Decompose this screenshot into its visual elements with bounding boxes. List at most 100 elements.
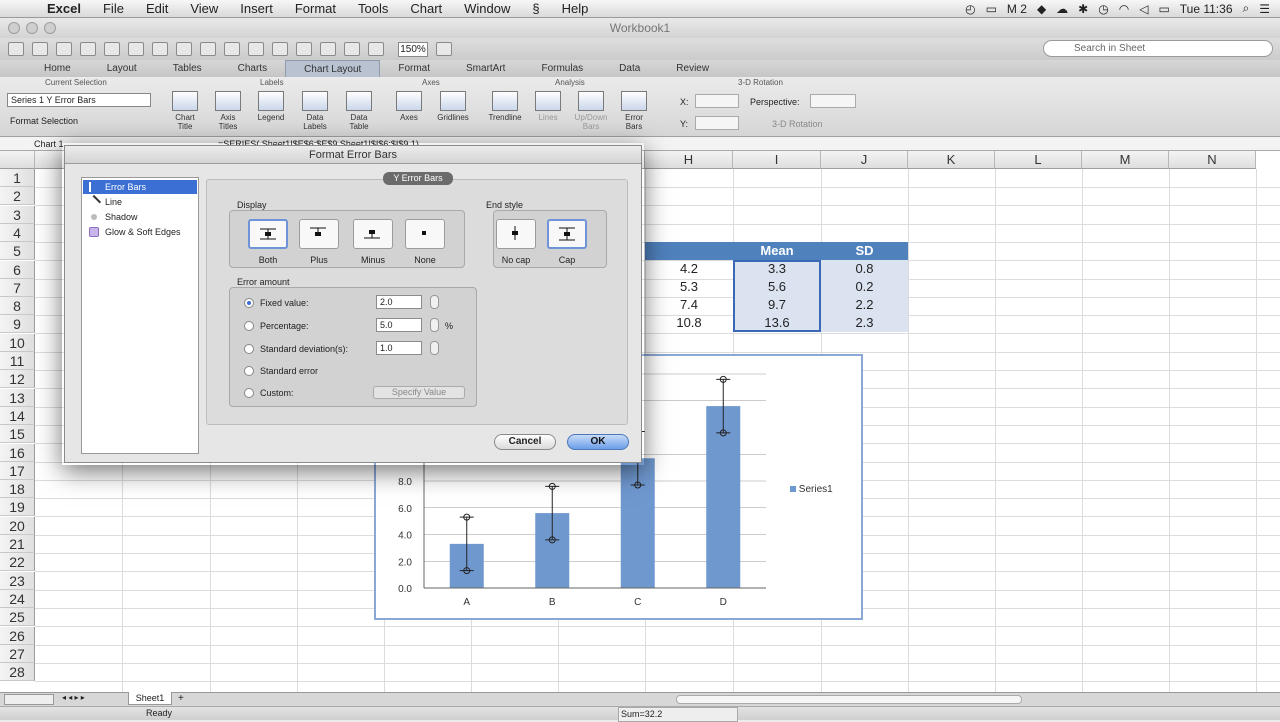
save-icon[interactable] — [80, 42, 96, 56]
stddev-input[interactable]: 1.0 — [376, 341, 422, 355]
row-header-24[interactable]: 24 — [0, 589, 35, 608]
undo-icon[interactable] — [224, 42, 240, 56]
minimize-window-button[interactable] — [26, 22, 38, 34]
sidebar-item-shadow[interactable]: Shadow — [83, 210, 197, 224]
cell-h6[interactable]: 4.2 — [645, 260, 733, 278]
zoom-window-button[interactable] — [44, 22, 56, 34]
format-selection-button[interactable]: Format Selection — [10, 116, 78, 126]
tab-home[interactable]: Home — [26, 60, 89, 77]
spotlight-icon[interactable]: ⌕ — [1243, 1, 1250, 16]
cell-j8[interactable]: 2.2 — [821, 296, 908, 314]
volume-icon[interactable]: ◁ — [1139, 2, 1148, 16]
menu-window[interactable]: Window — [453, 0, 521, 18]
sidebar-item-glow[interactable]: Glow & Soft Edges — [83, 225, 197, 239]
display-none-button[interactable] — [405, 219, 445, 249]
axis-titles-button[interactable]: Axis Titles — [211, 91, 245, 131]
menu-insert[interactable]: Insert — [229, 0, 284, 18]
tab-data[interactable]: Data — [601, 60, 658, 77]
row-header-14[interactable]: 14 — [0, 406, 35, 425]
paste-icon[interactable] — [176, 42, 192, 56]
autosum-icon[interactable] — [272, 42, 288, 56]
custom-radio[interactable] — [244, 388, 254, 398]
row-header-1[interactable]: 1 — [0, 169, 35, 187]
display-both-button[interactable] — [248, 219, 288, 249]
error-bars-button[interactable]: Error Bars — [617, 91, 651, 131]
menu-help[interactable]: Help — [551, 0, 600, 18]
menu-format[interactable]: Format — [284, 0, 347, 18]
row-header-12[interactable]: 12 — [0, 370, 35, 389]
menu-edit[interactable]: Edit — [135, 0, 179, 18]
tab-charts[interactable]: Charts — [220, 60, 285, 77]
gridlines-button[interactable]: Gridlines — [436, 91, 470, 122]
panel-tab-y-error-bars[interactable]: Y Error Bars — [383, 172, 453, 185]
perspective-field[interactable] — [810, 94, 856, 108]
row-header-5[interactable]: 5 — [0, 242, 35, 261]
sheet-nav-arrows[interactable]: ◂ ◂ ▸ ▸ — [62, 693, 85, 702]
row-header-8[interactable]: 8 — [0, 297, 35, 316]
percentage-stepper[interactable] — [430, 318, 439, 332]
script-icon[interactable]: § — [521, 0, 550, 18]
row-header-6[interactable]: 6 — [0, 260, 35, 279]
rotation-x-field[interactable] — [695, 94, 739, 108]
tab-format[interactable]: Format — [380, 60, 448, 77]
row-header-4[interactable]: 4 — [0, 223, 35, 242]
display-plus-button[interactable] — [299, 219, 339, 249]
stddev-stepper[interactable] — [430, 341, 439, 355]
cell-j7[interactable]: 0.2 — [821, 278, 908, 296]
wifi-icon[interactable]: ◠ — [1119, 2, 1129, 16]
column-header-i[interactable]: I — [733, 151, 821, 169]
fixed-value-stepper[interactable] — [430, 295, 439, 309]
current-selection-dropdown[interactable]: Series 1 Y Error Bars — [7, 93, 151, 107]
chart-title-button[interactable]: Chart Title — [168, 91, 202, 131]
timemachine-icon[interactable]: ◴ — [965, 2, 975, 16]
column-header-k[interactable]: K — [908, 151, 995, 169]
table-header-mean[interactable]: Mean — [733, 242, 821, 260]
print-icon[interactable] — [104, 42, 120, 56]
row-header-25[interactable]: 25 — [0, 608, 35, 627]
row-header-26[interactable]: 26 — [0, 626, 35, 645]
percentage-input[interactable]: 5.0 — [376, 318, 422, 332]
cell-j6[interactable]: 0.8 — [821, 260, 908, 278]
add-sheet-button[interactable]: + — [178, 693, 184, 704]
search-sheet-input[interactable]: Search in Sheet — [1043, 40, 1273, 57]
up-down-bars-button[interactable]: Up/Down Bars — [574, 91, 608, 131]
filter-icon[interactable] — [320, 42, 336, 56]
chart-legend[interactable]: Series1 — [790, 484, 833, 495]
cut-icon[interactable] — [128, 42, 144, 56]
data-table-button[interactable]: Data Table — [342, 91, 376, 131]
notification-center-icon[interactable]: ☰ — [1259, 2, 1270, 16]
table-header-sd[interactable]: SD — [821, 242, 908, 260]
cell-h8[interactable]: 7.4 — [645, 296, 733, 314]
cell-j9[interactable]: 2.3 — [821, 314, 908, 332]
rotation-y-field[interactable] — [695, 116, 739, 130]
display-icon[interactable]: ▭ — [986, 2, 997, 16]
row-header-2[interactable]: 2 — [0, 187, 35, 206]
cell-h9[interactable]: 10.8 — [645, 314, 733, 332]
tab-formulas[interactable]: Formulas — [523, 60, 601, 77]
specify-value-button[interactable]: Specify Value — [373, 386, 465, 399]
horizontal-scrollbar[interactable] — [676, 695, 1022, 704]
column-header-n[interactable]: N — [1169, 151, 1256, 169]
end-cap-button[interactable] — [547, 219, 587, 249]
tab-chart-layout[interactable]: Chart Layout — [285, 60, 381, 77]
bluetooth-icon[interactable]: ✱ — [1078, 2, 1088, 16]
row-header-11[interactable]: 11 — [0, 352, 35, 370]
row-header-17[interactable]: 17 — [0, 461, 35, 480]
column-header-h[interactable]: H — [645, 151, 733, 169]
sidebar-item-error-bars[interactable]: Error Bars — [83, 180, 197, 194]
format-painter-icon[interactable] — [200, 42, 216, 56]
data-labels-button[interactable]: Data Labels — [298, 91, 332, 131]
row-header-15[interactable]: 15 — [0, 425, 35, 444]
row-header-18[interactable]: 18 — [0, 480, 35, 499]
column-header-j[interactable]: J — [821, 151, 908, 169]
rotation-3d-checkbox[interactable]: 3-D Rotation — [772, 119, 823, 129]
sheet-view-buttons[interactable] — [4, 694, 54, 705]
name-box[interactable]: Chart 1 — [34, 137, 64, 151]
close-window-button[interactable] — [8, 22, 20, 34]
column-header-m[interactable]: M — [1082, 151, 1169, 169]
row-header-20[interactable]: 20 — [0, 516, 35, 535]
redo-icon[interactable] — [248, 42, 264, 56]
column-header-l[interactable]: L — [995, 151, 1082, 169]
tab-review[interactable]: Review — [658, 60, 727, 77]
zoom-field[interactable]: 150% — [398, 41, 428, 57]
